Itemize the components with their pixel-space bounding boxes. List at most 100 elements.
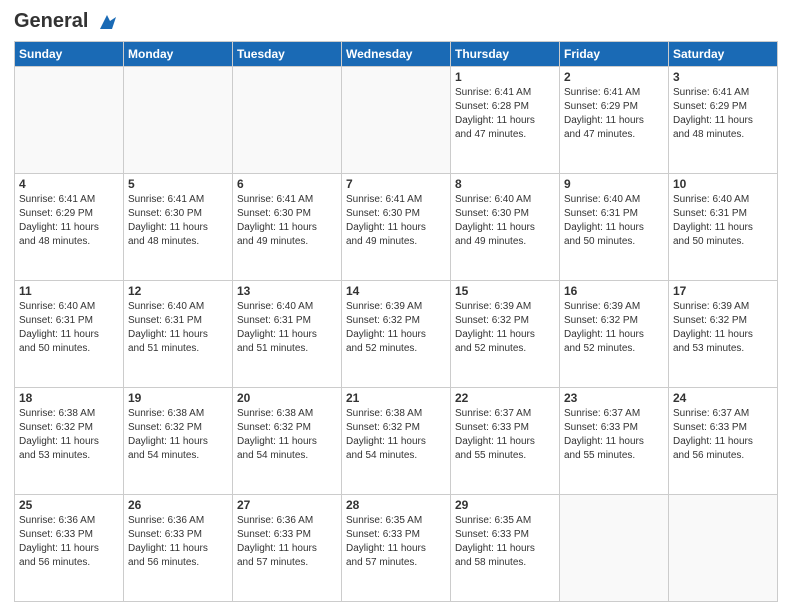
day-info: Sunrise: 6:37 AMSunset: 6:33 PMDaylight:… (455, 407, 555, 463)
page: General SundayMondayTuesdayWednesdayThur… (0, 0, 792, 612)
day-number: 17 (673, 284, 773, 298)
day-info: Sunrise: 6:41 AMSunset: 6:29 PMDaylight:… (564, 86, 664, 142)
calendar-cell: 15 Sunrise: 6:39 AMSunset: 6:32 PMDayligh… (451, 280, 560, 387)
weekday-header-monday: Monday (124, 41, 233, 66)
day-number: 11 (19, 284, 119, 298)
day-number: 16 (564, 284, 664, 298)
day-number: 4 (19, 177, 119, 191)
day-info: Sunrise: 6:39 AMSunset: 6:32 PMDaylight:… (346, 300, 446, 356)
calendar-cell (233, 66, 342, 173)
day-number: 25 (19, 498, 119, 512)
calendar-table: SundayMondayTuesdayWednesdayThursdayFrid… (14, 41, 778, 602)
calendar-cell: 6 Sunrise: 6:41 AMSunset: 6:30 PMDaylight… (233, 173, 342, 280)
logo-bird-icon (96, 11, 118, 33)
week-row-5: 25 Sunrise: 6:36 AMSunset: 6:33 PMDayligh… (15, 494, 778, 601)
day-info: Sunrise: 6:39 AMSunset: 6:32 PMDaylight:… (564, 300, 664, 356)
calendar-cell (342, 66, 451, 173)
weekday-header-friday: Friday (560, 41, 669, 66)
calendar-cell: 3 Sunrise: 6:41 AMSunset: 6:29 PMDaylight… (669, 66, 778, 173)
calendar-cell: 28 Sunrise: 6:35 AMSunset: 6:33 PMDayligh… (342, 494, 451, 601)
calendar-cell: 7 Sunrise: 6:41 AMSunset: 6:30 PMDaylight… (342, 173, 451, 280)
calendar-cell: 20Sunrise: 6:38 AMSunset: 6:32 PMDayligh… (233, 387, 342, 494)
weekday-header-thursday: Thursday (451, 41, 560, 66)
calendar-cell: 29 Sunrise: 6:35 AMSunset: 6:33 PMDayligh… (451, 494, 560, 601)
logo-line1: General (14, 10, 118, 33)
day-number: 9 (564, 177, 664, 191)
day-info: Sunrise: 6:41 AMSunset: 6:30 PMDaylight:… (237, 193, 337, 249)
day-info: Sunrise: 6:35 AMSunset: 6:33 PMDaylight:… (455, 514, 555, 570)
day-info: Sunrise: 6:38 AMSunset: 6:32 PMDaylight:… (128, 407, 228, 463)
calendar-cell: 16 Sunrise: 6:39 AMSunset: 6:32 PMDayligh… (560, 280, 669, 387)
day-info: Sunrise: 6:38 AMSunset: 6:32 PMDaylight:… (346, 407, 446, 463)
day-number: 23 (564, 391, 664, 405)
day-number: 27 (237, 498, 337, 512)
calendar-cell: 22Sunrise: 6:37 AMSunset: 6:33 PMDayligh… (451, 387, 560, 494)
day-number: 1 (455, 70, 555, 84)
calendar-cell: 24 Sunrise: 6:37 AMSunset: 6:33 PMDayligh… (669, 387, 778, 494)
day-info: Sunrise: 6:36 AMSunset: 6:33 PMDaylight:… (128, 514, 228, 570)
day-info: Sunrise: 6:41 AMSunset: 6:29 PMDaylight:… (673, 86, 773, 142)
calendar-cell (669, 494, 778, 601)
day-number: 8 (455, 177, 555, 191)
day-number: 18 (19, 391, 119, 405)
day-number: 3 (673, 70, 773, 84)
week-row-2: 4 Sunrise: 6:41 AMSunset: 6:29 PMDaylight… (15, 173, 778, 280)
calendar-cell (124, 66, 233, 173)
day-info: Sunrise: 6:41 AMSunset: 6:30 PMDaylight:… (128, 193, 228, 249)
calendar-cell: 10Sunrise: 6:40 AMSunset: 6:31 PMDayligh… (669, 173, 778, 280)
calendar-cell: 26 Sunrise: 6:36 AMSunset: 6:33 PMDayligh… (124, 494, 233, 601)
day-info: Sunrise: 6:38 AMSunset: 6:32 PMDaylight:… (19, 407, 119, 463)
day-info: Sunrise: 6:35 AMSunset: 6:33 PMDaylight:… (346, 514, 446, 570)
calendar-cell: 21Sunrise: 6:38 AMSunset: 6:32 PMDayligh… (342, 387, 451, 494)
day-info: Sunrise: 6:41 AMSunset: 6:28 PMDaylight:… (455, 86, 555, 142)
day-info: Sunrise: 6:37 AMSunset: 6:33 PMDaylight:… (673, 407, 773, 463)
header: General (14, 10, 778, 33)
day-info: Sunrise: 6:41 AMSunset: 6:30 PMDaylight:… (346, 193, 446, 249)
day-number: 2 (564, 70, 664, 84)
day-number: 7 (346, 177, 446, 191)
calendar-cell: 18 Sunrise: 6:38 AMSunset: 6:32 PMDayligh… (15, 387, 124, 494)
calendar-cell: 19 Sunrise: 6:38 AMSunset: 6:32 PMDayligh… (124, 387, 233, 494)
day-info: Sunrise: 6:41 AMSunset: 6:29 PMDaylight:… (19, 193, 119, 249)
calendar-cell: 25 Sunrise: 6:36 AMSunset: 6:33 PMDayligh… (15, 494, 124, 601)
logo: General (14, 10, 118, 33)
day-number: 14 (346, 284, 446, 298)
calendar-cell: 27Sunrise: 6:36 AMSunset: 6:33 PMDayligh… (233, 494, 342, 601)
week-row-3: 11 Sunrise: 6:40 AMSunset: 6:31 PMDayligh… (15, 280, 778, 387)
weekday-header-tuesday: Tuesday (233, 41, 342, 66)
calendar-cell: 5Sunrise: 6:41 AMSunset: 6:30 PMDaylight… (124, 173, 233, 280)
calendar-cell (15, 66, 124, 173)
day-info: Sunrise: 6:39 AMSunset: 6:32 PMDaylight:… (673, 300, 773, 356)
day-info: Sunrise: 6:40 AMSunset: 6:31 PMDaylight:… (237, 300, 337, 356)
day-info: Sunrise: 6:40 AMSunset: 6:31 PMDaylight:… (19, 300, 119, 356)
calendar-cell: 2 Sunrise: 6:41 AMSunset: 6:29 PMDaylight… (560, 66, 669, 173)
day-number: 6 (237, 177, 337, 191)
day-number: 13 (237, 284, 337, 298)
week-row-1: 1 Sunrise: 6:41 AMSunset: 6:28 PMDaylight… (15, 66, 778, 173)
day-number: 29 (455, 498, 555, 512)
weekday-header-wednesday: Wednesday (342, 41, 451, 66)
day-number: 20 (237, 391, 337, 405)
day-number: 26 (128, 498, 228, 512)
day-number: 12 (128, 284, 228, 298)
day-number: 28 (346, 498, 446, 512)
day-number: 24 (673, 391, 773, 405)
day-info: Sunrise: 6:37 AMSunset: 6:33 PMDaylight:… (564, 407, 664, 463)
calendar-cell: 12 Sunrise: 6:40 AMSunset: 6:31 PMDayligh… (124, 280, 233, 387)
day-info: Sunrise: 6:40 AMSunset: 6:31 PMDaylight:… (128, 300, 228, 356)
calendar-cell: 14 Sunrise: 6:39 AMSunset: 6:32 PMDayligh… (342, 280, 451, 387)
day-info: Sunrise: 6:39 AMSunset: 6:32 PMDaylight:… (455, 300, 555, 356)
calendar-cell: 1 Sunrise: 6:41 AMSunset: 6:28 PMDaylight… (451, 66, 560, 173)
weekday-header-saturday: Saturday (669, 41, 778, 66)
week-row-4: 18 Sunrise: 6:38 AMSunset: 6:32 PMDayligh… (15, 387, 778, 494)
weekday-header-row: SundayMondayTuesdayWednesdayThursdayFrid… (15, 41, 778, 66)
calendar-cell: 9 Sunrise: 6:40 AMSunset: 6:31 PMDaylight… (560, 173, 669, 280)
calendar-cell: 11 Sunrise: 6:40 AMSunset: 6:31 PMDayligh… (15, 280, 124, 387)
day-info: Sunrise: 6:36 AMSunset: 6:33 PMDaylight:… (19, 514, 119, 570)
day-info: Sunrise: 6:40 AMSunset: 6:31 PMDaylight:… (564, 193, 664, 249)
calendar-cell: 8Sunrise: 6:40 AMSunset: 6:30 PMDaylight… (451, 173, 560, 280)
calendar-cell: 4 Sunrise: 6:41 AMSunset: 6:29 PMDaylight… (15, 173, 124, 280)
day-number: 19 (128, 391, 228, 405)
calendar-cell (560, 494, 669, 601)
day-number: 15 (455, 284, 555, 298)
